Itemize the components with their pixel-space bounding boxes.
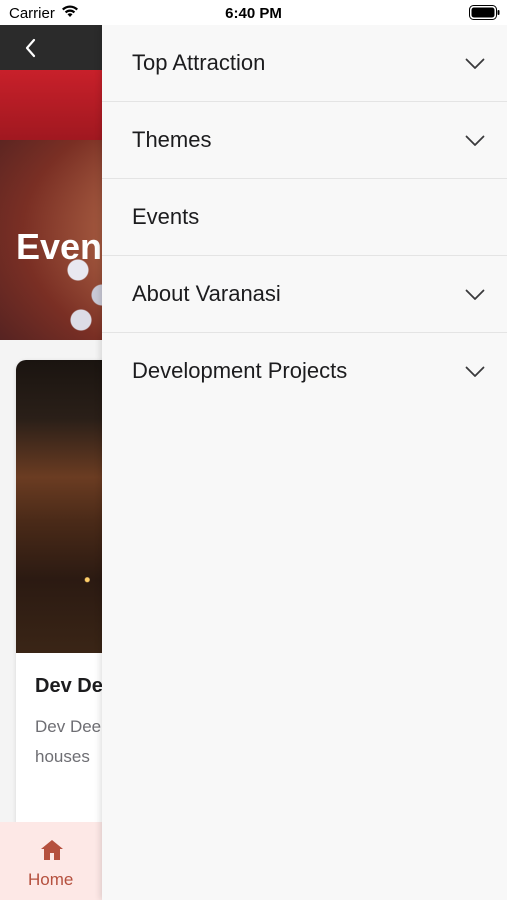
side-drawer: Top Attraction Themes Events About Varan… xyxy=(102,25,507,900)
battery-icon xyxy=(469,5,500,20)
menu-item-label: About Varanasi xyxy=(132,281,281,306)
menu-item-label: Events xyxy=(132,204,200,229)
menu-item-label: Development Projects xyxy=(132,358,348,383)
tab-home-label: Home xyxy=(28,870,74,889)
menu-item-about-varanasi[interactable]: About Varanasi xyxy=(102,256,507,333)
menu-item-development-projects[interactable]: Development Projects xyxy=(102,333,507,410)
status-time: 6:40 PM xyxy=(225,5,282,22)
home-icon xyxy=(41,840,63,860)
menu-item-top-attraction[interactable]: Top Attraction xyxy=(102,25,507,102)
menu-item-label: Top Attraction xyxy=(132,50,266,75)
menu-item-themes[interactable]: Themes xyxy=(102,102,507,179)
back-icon[interactable] xyxy=(22,37,40,59)
menu-item-label: Themes xyxy=(132,127,212,152)
chevron-down-icon xyxy=(465,135,485,146)
chevron-down-icon xyxy=(465,289,485,300)
menu-item-events[interactable]: Events xyxy=(102,179,507,256)
status-bar: Carrier 6:40 PM xyxy=(0,0,507,25)
chevron-down-icon xyxy=(465,366,485,377)
chevron-down-icon xyxy=(465,58,485,69)
